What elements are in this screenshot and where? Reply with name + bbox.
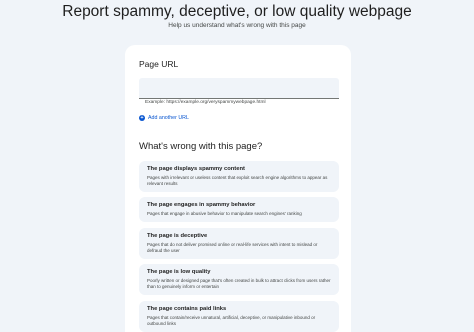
option-title: The page engages in spammy behavior [147,202,256,208]
add-circle-icon: + [139,115,145,121]
option-description: Pages that engage in abusive behavior to… [147,211,302,216]
option-spammy-behavior[interactable]: The page engages in spammy behavior Page… [139,197,339,222]
option-description: Pages with irrelevant or useless content… [147,175,328,186]
whats-wrong-heading: What's wrong with this page? [139,141,263,152]
page-subtitle: Help us understand what's wrong with thi… [168,22,306,29]
add-another-url-button[interactable]: + Add another URL [139,115,189,121]
option-low-quality[interactable]: The page is low quality Poorly written o… [139,264,339,295]
page-url-input[interactable] [139,78,339,99]
option-title: The page is low quality [147,269,211,275]
report-form-card: Page URL Example: https://example.org/ve… [125,45,351,332]
page-url-helper-text: Example: https://example.org/veryspammyw… [145,100,266,105]
option-description: Poorly written or designed page that's o… [147,278,331,289]
page-url-label: Page URL [139,59,179,69]
page-title: Report spammy, deceptive, or low quality… [62,3,412,20]
option-deceptive[interactable]: The page is deceptive Pages that do not … [139,228,339,259]
option-title: The page displays spammy content [147,166,245,172]
option-title: The page contains paid links [147,306,227,312]
option-description: Pages that do not deliver promised onlin… [147,242,318,253]
option-paid-links[interactable]: The page contains paid links Pages that … [139,301,339,332]
option-description: Pages that contain/receive unnatural, ar… [147,315,316,326]
option-spammy-content[interactable]: The page displays spammy content Pages w… [139,161,339,192]
add-another-url-label: Add another URL [148,115,189,121]
option-title: The page is deceptive [147,233,208,239]
